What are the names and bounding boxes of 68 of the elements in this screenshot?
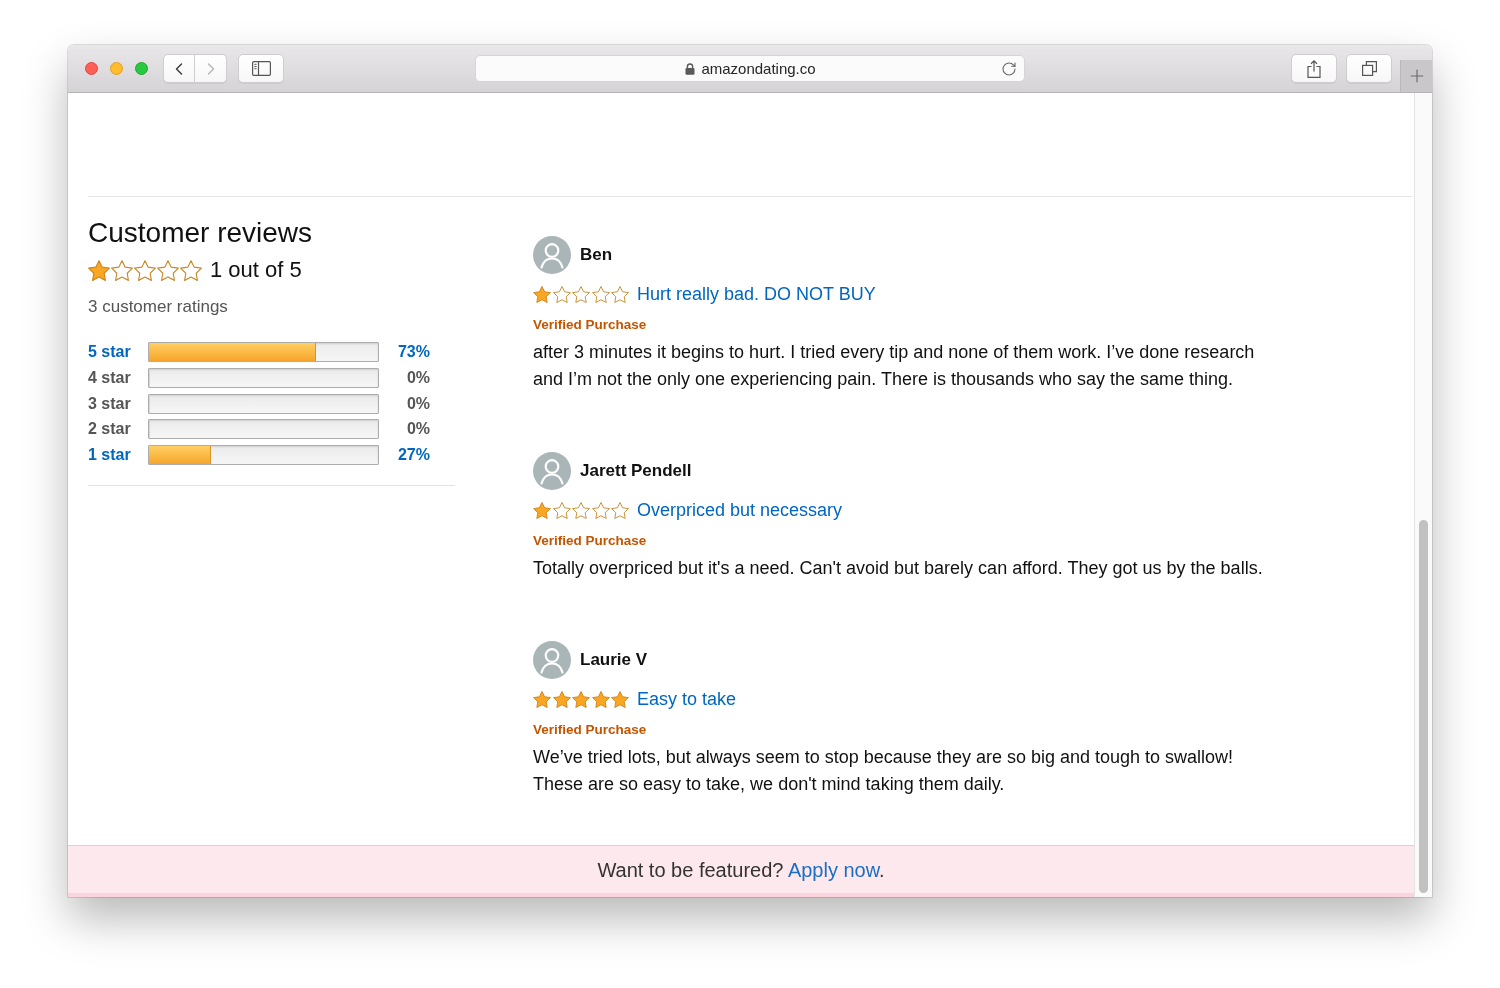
star-filter-link[interactable]: 1 star [88,444,131,465]
review-text: after 3 minutes it begins to hurt. I tried every tip and none of them work. I’ve done research and I’m not the only one experiencing pain. There is thousands who say the same thing. [533,341,1256,391]
star-icon [533,690,551,708]
star-outline-icon [591,501,610,519]
address-field[interactable]: amazondating.co [475,55,1025,82]
star-outline-icon [611,285,629,303]
star-level-label: 2 star [88,419,131,440]
avatar-icon [533,641,571,679]
verified-purchase-label: Verified Purchase [533,316,647,334]
star-icon [533,285,551,303]
reviewer-name: Laurie V [580,649,648,671]
reviewer-name: Jarett Pendell [580,460,692,482]
percent-text: 0% [406,393,430,414]
star-outline-icon [134,259,156,281]
close-icon[interactable] [84,62,98,75]
star-outline-icon [591,285,610,303]
star-outline-icon [552,285,571,303]
star-icon [572,690,590,708]
minimize-icon[interactable] [109,62,123,75]
share-icon [1307,59,1321,78]
scrollbar-track[interactable] [1414,93,1432,897]
percent-link[interactable]: 27% [397,444,430,465]
star-outline-icon [572,501,590,519]
review-text: Totally overpriced but it's a need. Can't avoid but barely can afford. They got us by the balls. [533,557,1264,580]
star-outline-icon [552,501,571,519]
star-filter-link[interactable]: 5 star [88,342,131,363]
review-text: We’ve tried lots, but always seem to stop because they are so big and tough to swallow! These are so easy to take, we don't mind taking them daily. [533,746,1235,796]
section-heading: Customer reviews [88,216,313,250]
ratings-count-text: 3 customer ratings [88,296,228,318]
apply-link[interactable]: Apply now [787,858,880,881]
new-tab-button[interactable] [1400,60,1432,92]
rating-bar-track[interactable] [148,342,379,363]
percent-text: 0% [406,368,430,389]
avatar-icon [533,452,571,490]
lock-icon [685,62,696,75]
star-outline-icon [611,501,629,519]
scrollbar-thumb[interactable] [1419,520,1428,893]
rating-bar-track[interactable] [148,444,379,465]
share-button[interactable] [1291,54,1337,83]
average-rating-text: 1 out of 5 [210,258,302,282]
star-outline-icon [111,259,133,281]
star-outline-icon [180,259,202,281]
overlapping-squares-icon [1361,61,1377,76]
reload-icon[interactable] [1001,60,1017,77]
star-icon [88,259,110,281]
star-icon [591,690,610,708]
avatar-icon [533,236,571,274]
star-outline-icon [157,259,179,281]
tabs-button[interactable] [1346,54,1392,83]
star-icon [552,690,571,708]
banner-text: Want to be featured? Apply now. [597,857,885,883]
star-outline-icon [572,285,590,303]
verified-purchase-label: Verified Purchase [533,721,647,739]
review-title-link[interactable]: Easy to take [637,688,737,710]
reviewer-name: Ben [580,244,613,266]
star-icon [611,690,629,708]
star-level-label: 4 star [88,368,131,389]
percent-text: 0% [406,419,430,440]
verified-purchase-label: Verified Purchase [533,532,647,550]
percent-link[interactable]: 73% [397,342,430,363]
review-title-link[interactable]: Overpriced but necessary [637,499,843,521]
star-icon [533,501,551,519]
back-button[interactable] [163,54,195,83]
sidebar-icon [251,61,271,76]
sidebar-button[interactable] [238,54,284,83]
maximize-icon[interactable] [134,62,148,75]
star-level-label: 3 star [88,393,131,414]
review-title-link[interactable]: Hurt really bad. DO NOT BUY [637,283,876,305]
